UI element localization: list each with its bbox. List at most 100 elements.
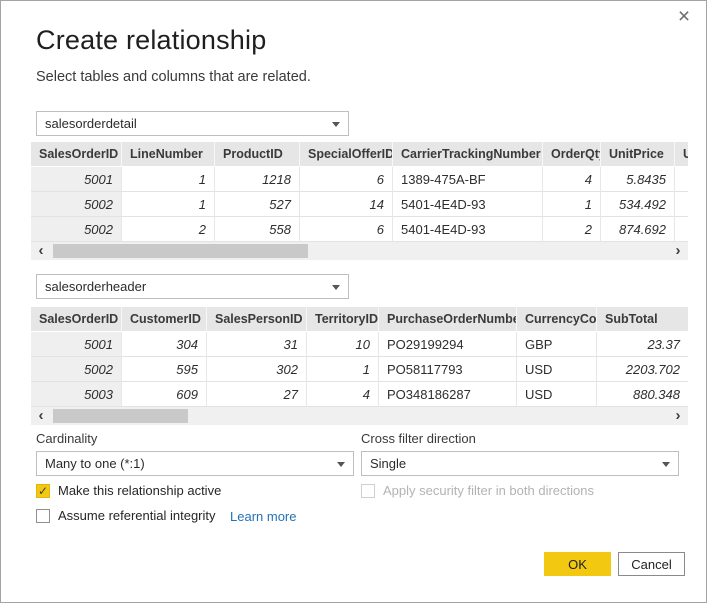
table1-select[interactable]: salesorderdetail (36, 111, 349, 136)
column-header-orderqty[interactable]: OrderQty (543, 142, 601, 167)
table-cell[interactable]: USD (517, 382, 597, 407)
apply-security-filter-label: Apply security filter in both directions (383, 483, 594, 498)
column-header-territoryid[interactable]: TerritoryID (307, 307, 379, 332)
learn-more-link[interactable]: Learn more (230, 509, 296, 524)
chevron-down-icon (337, 462, 345, 467)
table-cell[interactable]: 302 (207, 357, 307, 382)
table-cell[interactable]: 1218 (215, 167, 300, 192)
chevron-down-icon (332, 285, 340, 290)
table-cell[interactable]: 2 (122, 217, 215, 242)
table-cell[interactable]: 5003 (31, 382, 122, 407)
table-row: 5002255865401-4E4D-932874.692 (31, 217, 688, 242)
table-cell[interactable]: 1389-475A-BF (393, 167, 543, 192)
table-cell[interactable] (675, 192, 688, 217)
table-cell[interactable]: 558 (215, 217, 300, 242)
table-cell[interactable]: 5.8435 (601, 167, 675, 192)
cardinality-value: Many to one (*:1) (45, 456, 145, 471)
table-row: 5003609274PO348186287USD880.348 (31, 382, 688, 407)
table-cell[interactable]: 609 (122, 382, 207, 407)
chevron-down-icon (662, 462, 670, 467)
table-cell[interactable]: 31 (207, 332, 307, 357)
close-icon[interactable]: × (672, 5, 696, 29)
scrollbar-thumb[interactable] (53, 244, 308, 258)
table2-select-value: salesorderheader (45, 279, 146, 294)
table-cell[interactable]: 5401-4E4D-93 (393, 192, 543, 217)
cross-filter-value: Single (370, 456, 406, 471)
table-row: 50025953021PO58117793USD2203.702 (31, 357, 688, 382)
table-cell[interactable]: 4 (307, 382, 379, 407)
table-row: 50021527145401-4E4D-931534.492 (31, 192, 688, 217)
table-cell[interactable]: 304 (122, 332, 207, 357)
table-cell[interactable]: 23.37 (597, 332, 688, 357)
table-cell[interactable]: 27 (207, 382, 307, 407)
table-row: 50011121861389-475A-BF45.8435 (31, 167, 688, 192)
cross-filter-label: Cross filter direction (361, 431, 476, 446)
table-cell[interactable]: 2203.702 (597, 357, 688, 382)
scroll-left-icon[interactable]: ‹ (31, 242, 51, 260)
table-cell[interactable]: 10 (307, 332, 379, 357)
table-cell[interactable] (675, 167, 688, 192)
scrollbar-thumb[interactable] (53, 409, 188, 423)
table-cell[interactable]: 6 (300, 217, 393, 242)
table-cell[interactable]: 5002 (31, 357, 122, 382)
apply-security-filter-checkbox: ✓ (361, 484, 375, 498)
table2-select[interactable]: salesorderheader (36, 274, 349, 299)
table-cell[interactable]: 1 (122, 167, 215, 192)
scroll-right-icon[interactable]: › (668, 242, 688, 260)
table-cell[interactable]: 595 (122, 357, 207, 382)
table-cell[interactable]: 2 (543, 217, 601, 242)
table-cell[interactable]: 5001 (31, 167, 122, 192)
table-cell[interactable]: 1 (307, 357, 379, 382)
table-cell[interactable]: PO348186287 (379, 382, 517, 407)
column-header-subtotal[interactable]: SubTotal (597, 307, 688, 332)
cardinality-select[interactable]: Many to one (*:1) (36, 451, 354, 476)
dialog-title: Create relationship (36, 25, 266, 56)
column-header-linenumber[interactable]: LineNumber (122, 142, 215, 167)
make-relationship-active-checkbox[interactable]: ✓ (36, 484, 50, 498)
cross-filter-select[interactable]: Single (361, 451, 679, 476)
table-cell[interactable]: 4 (543, 167, 601, 192)
table-cell[interactable]: 1 (122, 192, 215, 217)
table-cell[interactable]: 534.492 (601, 192, 675, 217)
table-cell[interactable]: 5001 (31, 332, 122, 357)
horizontal-scrollbar[interactable]: ‹› (31, 407, 688, 425)
check-icon: ✓ (38, 485, 48, 497)
create-relationship-dialog: × Create relationship Select tables and … (0, 0, 707, 603)
column-header-u[interactable]: U (675, 142, 688, 167)
table-cell[interactable]: 14 (300, 192, 393, 217)
column-header-salesorderid[interactable]: SalesOrderID (31, 307, 122, 332)
column-header-carriertrackingnumber[interactable]: CarrierTrackingNumber (393, 142, 543, 167)
assume-referential-integrity-checkbox[interactable]: ✓ (36, 509, 50, 523)
table-cell[interactable]: PO58117793 (379, 357, 517, 382)
table-cell[interactable] (675, 217, 688, 242)
table-cell[interactable]: 6 (300, 167, 393, 192)
table-row: 50013043110PO29199294GBP23.37 (31, 332, 688, 357)
column-header-specialofferid[interactable]: SpecialOfferID (300, 142, 393, 167)
column-header-productid[interactable]: ProductID (215, 142, 300, 167)
table-cell[interactable]: 5002 (31, 217, 122, 242)
column-header-purchaseordernumber[interactable]: PurchaseOrderNumber (379, 307, 517, 332)
table-cell[interactable]: USD (517, 357, 597, 382)
cancel-button[interactable]: Cancel (618, 552, 685, 576)
table1-select-value: salesorderdetail (45, 116, 137, 131)
column-header-salespersonid[interactable]: SalesPersonID (207, 307, 307, 332)
column-header-unitprice[interactable]: UnitPrice (601, 142, 675, 167)
horizontal-scrollbar[interactable]: ‹› (31, 242, 688, 260)
table-cell[interactable]: 5002 (31, 192, 122, 217)
scroll-left-icon[interactable]: ‹ (31, 407, 51, 425)
table2-preview: SalesOrderIDCustomerIDSalesPersonIDTerri… (31, 307, 688, 425)
table-cell[interactable]: 527 (215, 192, 300, 217)
ok-button[interactable]: OK (544, 552, 611, 576)
table1-preview: SalesOrderIDLineNumberProductIDSpecialOf… (31, 142, 688, 260)
table-cell[interactable]: 5401-4E4D-93 (393, 217, 543, 242)
table-cell[interactable]: GBP (517, 332, 597, 357)
table-cell[interactable]: PO29199294 (379, 332, 517, 357)
column-header-salesorderid[interactable]: SalesOrderID (31, 142, 122, 167)
table-cell[interactable]: 874.692 (601, 217, 675, 242)
table-cell[interactable]: 1 (543, 192, 601, 217)
table-cell[interactable]: 880.348 (597, 382, 688, 407)
column-header-currencycode[interactable]: CurrencyCode (517, 307, 597, 332)
scroll-right-icon[interactable]: › (668, 407, 688, 425)
column-header-customerid[interactable]: CustomerID (122, 307, 207, 332)
chevron-down-icon (332, 122, 340, 127)
